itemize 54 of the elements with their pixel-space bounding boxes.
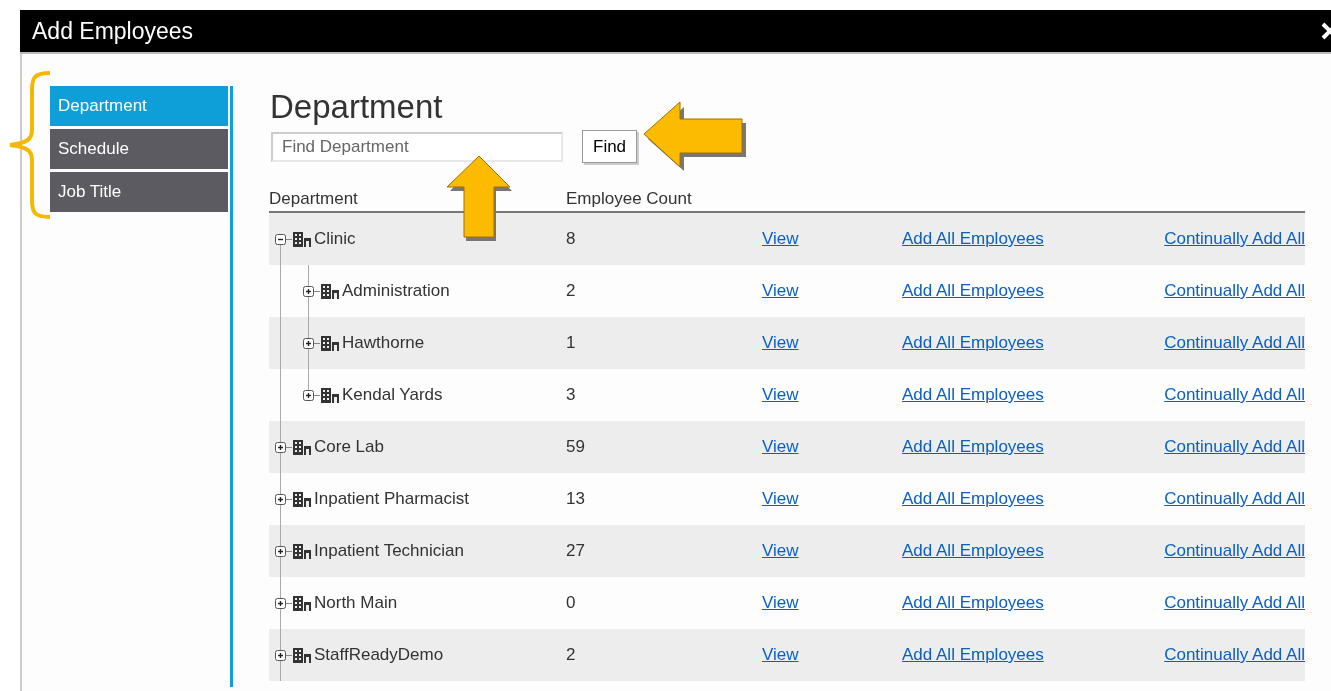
column-header: Employee Count	[566, 189, 692, 209]
continually-add-link[interactable]: Continually Add All	[1164, 489, 1305, 508]
department-name: Clinic	[314, 229, 356, 249]
continually-add-link[interactable]: Continually Add All	[1164, 281, 1305, 300]
sidebar-tab[interactable]: Department	[50, 86, 228, 126]
page-heading: Department	[270, 88, 444, 126]
department-name: Inpatient Technician	[314, 541, 464, 561]
employee-count: 0	[566, 593, 576, 612]
add-all-link[interactable]: Add All Employees	[902, 541, 1044, 560]
view-link[interactable]: View	[762, 645, 799, 664]
continually-add-link[interactable]: Continually Add All	[1164, 229, 1305, 248]
continually-add-link[interactable]: Continually Add All	[1164, 385, 1305, 404]
employee-count: 13	[566, 489, 585, 508]
department-name: Administration	[342, 281, 450, 301]
add-all-link[interactable]: Add All Employees	[902, 437, 1044, 456]
view-link[interactable]: View	[762, 593, 799, 612]
continually-add-link[interactable]: Continually Add All	[1164, 333, 1305, 352]
column-header: Department	[269, 189, 359, 209]
add-all-link[interactable]: Add All Employees	[902, 229, 1044, 248]
department-name: Core Lab	[314, 437, 384, 457]
department-name: North Main	[314, 593, 398, 613]
sidebar-tab[interactable]: Job Title	[50, 172, 228, 212]
department-name: Inpatient Pharmacist	[314, 489, 469, 509]
view-link[interactable]: View	[762, 385, 799, 404]
view-link[interactable]: View	[762, 229, 799, 248]
add-all-link[interactable]: Add All Employees	[902, 489, 1044, 508]
continually-add-link[interactable]: Continually Add All	[1164, 645, 1305, 664]
department-name: StaffReadyDemo	[314, 645, 444, 665]
view-link[interactable]: View	[762, 541, 799, 560]
continually-add-link[interactable]: Continually Add All	[1164, 593, 1305, 612]
add-all-link[interactable]: Add All Employees	[902, 645, 1044, 664]
department-name: Hawthorne	[342, 333, 425, 353]
sidebar-tab[interactable]: Schedule	[50, 129, 228, 169]
search-field[interactable]: Find Department	[271, 131, 563, 162]
employee-count: 3	[566, 385, 576, 404]
window-title: Add Employees	[32, 17, 194, 45]
employee-count: 2	[566, 645, 576, 664]
continually-add-link[interactable]: Continually Add All	[1164, 437, 1305, 456]
view-link[interactable]: View	[762, 489, 799, 508]
department-name: Kendal Yards	[342, 385, 443, 405]
add-all-link[interactable]: Add All Employees	[902, 333, 1044, 352]
add-all-link[interactable]: Add All Employees	[902, 281, 1044, 300]
add-all-link[interactable]: Add All Employees	[902, 593, 1044, 612]
employee-count: 8	[566, 229, 576, 248]
employee-count: 2	[566, 281, 576, 300]
view-link[interactable]: View	[762, 333, 799, 352]
find-button[interactable]: Find	[582, 130, 638, 163]
continually-add-link[interactable]: Continually Add All	[1164, 541, 1305, 560]
employee-count: 1	[566, 333, 576, 352]
employee-count: 59	[566, 437, 585, 456]
view-link[interactable]: View	[762, 281, 799, 300]
add-all-link[interactable]: Add All Employees	[902, 385, 1044, 404]
employee-count: 27	[566, 541, 585, 560]
view-link[interactable]: View	[762, 437, 799, 456]
